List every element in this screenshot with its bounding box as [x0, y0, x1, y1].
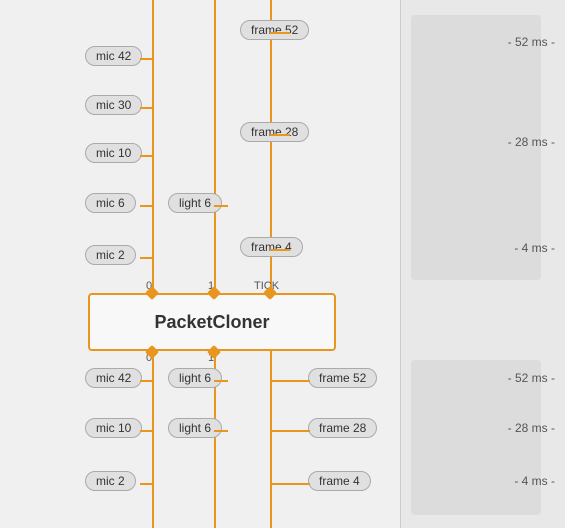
node-light6-bot1[interactable]: light 6: [168, 368, 222, 388]
timeline-label-4ms-bot: - 4 ms -: [514, 474, 555, 488]
hline-mic42: [140, 58, 154, 60]
node-light6-top[interactable]: light 6: [168, 193, 222, 213]
hline-mic6: [140, 205, 154, 207]
node-mic2-top[interactable]: mic 2: [85, 245, 136, 265]
timeline-label-52ms-bot: - 52 ms -: [508, 371, 555, 385]
node-frame52-top[interactable]: frame 52: [240, 20, 309, 40]
hline-frame4-top: [270, 249, 290, 251]
hline-mic2-bot: [140, 483, 154, 485]
main-container: mic 42 mic 30 mic 10 mic 6 light 6 mic 2: [0, 0, 565, 528]
timeline-label-28ms-bot: - 28 ms -: [508, 421, 555, 435]
node-frame28-top[interactable]: frame 28: [240, 122, 309, 142]
vline-2: [270, 0, 272, 528]
hline-light6-top: [214, 205, 228, 207]
node-mic10-bot[interactable]: mic 10: [85, 418, 142, 438]
node-mic2-bot[interactable]: mic 2: [85, 471, 136, 491]
hline-frame52-bot: [270, 380, 310, 382]
node-frame28-bot[interactable]: frame 28: [308, 418, 377, 438]
node-mic10-top[interactable]: mic 10: [85, 143, 142, 163]
vline-0: [152, 0, 154, 528]
timeline-label-28ms-top: - 28 ms -: [508, 135, 555, 149]
node-mic42-top[interactable]: mic 42: [85, 46, 142, 66]
hline-frame52-top: [270, 32, 290, 34]
timeline-area: - 52 ms - - 28 ms - - 4 ms - - 52 ms - -…: [400, 0, 565, 528]
packet-cloner-box: PacketCloner: [88, 293, 336, 351]
node-mic42-bot[interactable]: mic 42: [85, 368, 142, 388]
node-frame4-top[interactable]: frame 4: [240, 237, 303, 257]
hline-frame4-bot: [270, 483, 310, 485]
node-light6-bot2[interactable]: light 6: [168, 418, 222, 438]
hline-mic10-bot: [140, 430, 154, 432]
node-mic6-top[interactable]: mic 6: [85, 193, 136, 213]
hline-light6-bot1: [214, 380, 228, 382]
packet-cloner-title: PacketCloner: [154, 312, 269, 333]
node-mic30-top[interactable]: mic 30: [85, 95, 142, 115]
node-frame52-bot[interactable]: frame 52: [308, 368, 377, 388]
hline-light6-bot2: [214, 430, 228, 432]
vline-1: [214, 0, 216, 528]
hline-frame28-top: [270, 134, 290, 136]
timeline-label-4ms-top: - 4 ms -: [514, 241, 555, 255]
diagram-area: mic 42 mic 30 mic 10 mic 6 light 6 mic 2: [0, 0, 400, 528]
hline-mic2-top: [140, 257, 154, 259]
hline-frame28-bot: [270, 430, 310, 432]
hline-mic10: [140, 155, 154, 157]
node-frame4-bot[interactable]: frame 4: [308, 471, 371, 491]
hline-mic42-bot: [140, 380, 154, 382]
timeline-label-52ms-top: - 52 ms -: [508, 35, 555, 49]
hline-mic30: [140, 107, 154, 109]
